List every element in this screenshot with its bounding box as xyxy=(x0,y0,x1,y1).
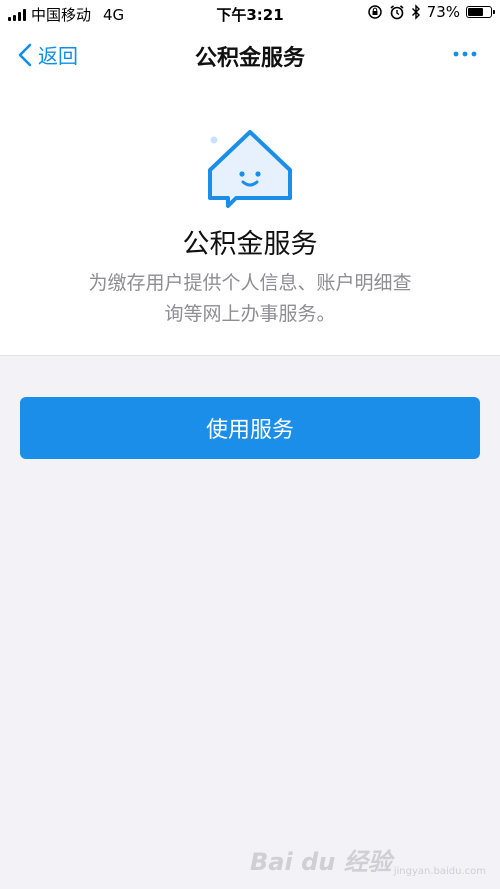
page-title: 公积金服务 xyxy=(194,46,305,71)
use-service-button[interactable]: 使用服务 xyxy=(20,397,480,459)
battery-percent: 73% xyxy=(426,3,460,21)
lock-rotation-icon xyxy=(367,5,382,19)
battery-fill xyxy=(468,8,483,16)
service-title: 公积金服务 xyxy=(182,229,318,260)
nav-bar: 返回 公积金服务 xyxy=(0,28,500,84)
house-smile-icon xyxy=(208,130,292,208)
service-description: 为缴存用户提供个人信息、账户明细查询等网上办事服务。 xyxy=(88,272,412,325)
watermark: Bai du 经验 jingyan.baidu.com xyxy=(250,842,486,877)
alarm-icon xyxy=(390,5,404,20)
watermark-logo: Bai du 经验 xyxy=(250,848,392,876)
more-icon[interactable] xyxy=(452,44,478,64)
watermark-url: jingyan.baidu.com xyxy=(393,866,486,877)
battery-icon xyxy=(466,6,495,18)
status-bar: 中国移动 4G 下午3:21 73% xyxy=(0,0,500,28)
bluetooth-icon xyxy=(411,4,420,20)
service-intro: 公积金服务 为缴存用户提供个人信息、账户明细查询等网上办事服务。 xyxy=(0,84,500,356)
screen: 中国移动 4G 下午3:21 73% 返回 公积金服务 公积金服务 为缴存用户提… xyxy=(0,0,500,889)
status-right: 73% xyxy=(367,3,495,21)
